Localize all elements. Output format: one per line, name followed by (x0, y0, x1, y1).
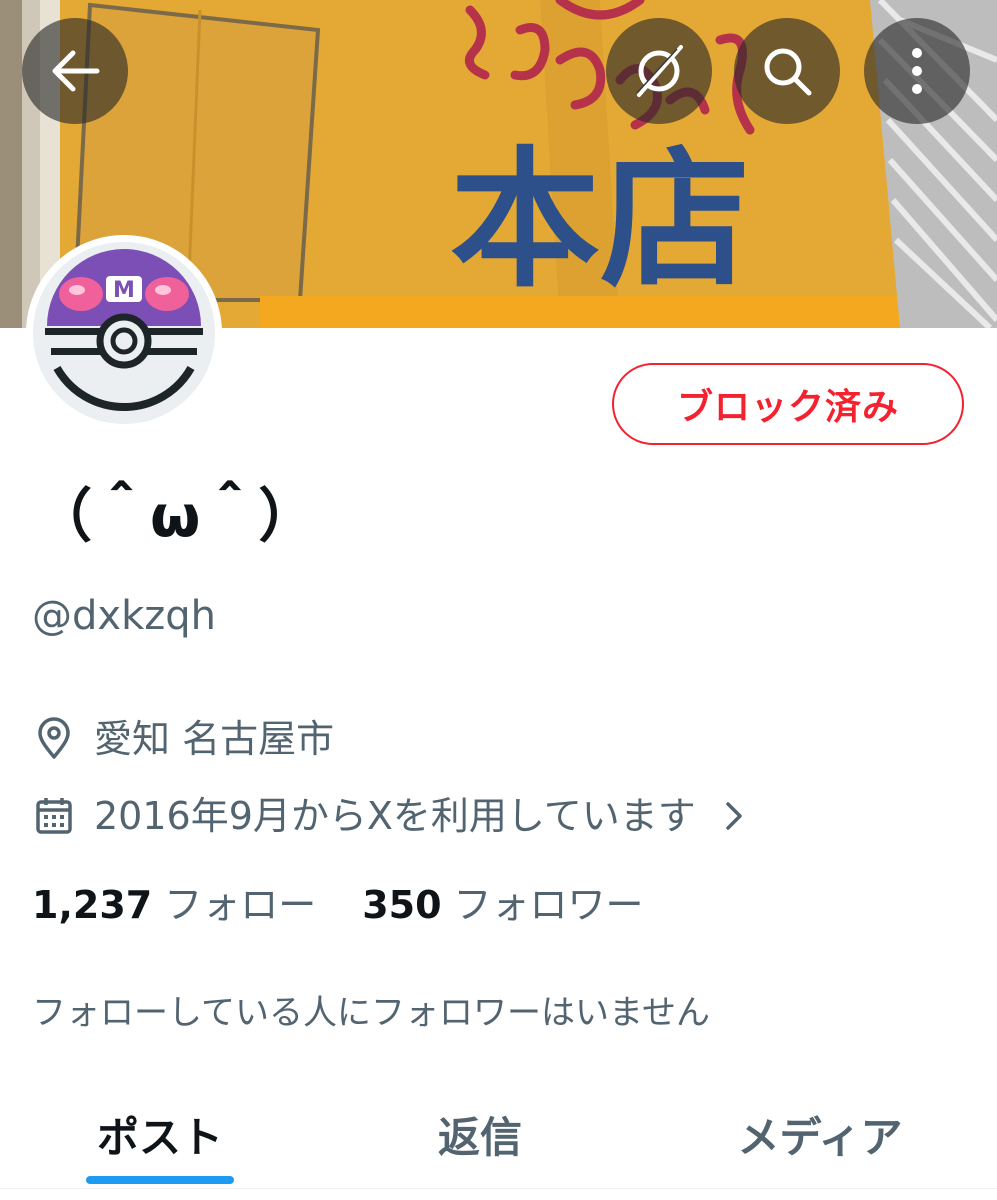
followers-you-know[interactable]: フォローしている人にフォロワーはいません (32, 990, 710, 1036)
joined-row[interactable]: 2016年9月からXを利用しています (32, 792, 750, 840)
location-row: 愛知 名古屋市 (32, 715, 334, 763)
avatar[interactable]: M (26, 235, 222, 431)
search-icon (764, 48, 812, 96)
tab-posts[interactable]: ポスト (60, 1080, 260, 1188)
banner-sign-text: 本店 (450, 134, 750, 308)
more-vertical-icon (912, 48, 922, 94)
joined-text: 2016年9月からXを利用しています (94, 794, 696, 838)
more-options-button[interactable] (864, 18, 970, 124)
tab-replies[interactable]: 返信 (380, 1080, 580, 1188)
location-pin-icon (38, 717, 70, 759)
arrow-left-icon (52, 50, 100, 92)
followers-label: フォロワー (453, 883, 644, 927)
followers-count: 350 (362, 883, 442, 927)
chevron-right-icon (726, 802, 742, 830)
tab-media[interactable]: メディア (700, 1080, 940, 1188)
grok-icon (636, 45, 683, 97)
avatar-image: M (33, 242, 215, 424)
calendar-icon (36, 798, 72, 834)
following-label: フォロー (164, 883, 317, 927)
active-tab-indicator (86, 1176, 234, 1184)
grok-button[interactable] (606, 18, 712, 124)
profile-tabs: ポスト 返信 メディア (0, 1080, 997, 1190)
search-button[interactable] (734, 18, 840, 124)
following-stat[interactable]: 1,237 フォロー (32, 880, 316, 930)
user-handle: @dxkzqh (32, 593, 216, 639)
tabs-divider (0, 1188, 997, 1189)
avatar-letter: M (113, 278, 135, 303)
back-button[interactable] (22, 18, 128, 124)
location-text: 愛知 名古屋市 (94, 717, 335, 761)
display-name: （＾ω＾） (34, 482, 317, 550)
follow-stats: 1,237 フォロー 350 フォロワー (32, 880, 644, 930)
following-count: 1,237 (32, 883, 153, 927)
blocked-button[interactable]: ブロック済み (612, 363, 964, 445)
followers-stat[interactable]: 350 フォロワー (362, 880, 643, 930)
master-ball-icon: M (33, 242, 215, 424)
